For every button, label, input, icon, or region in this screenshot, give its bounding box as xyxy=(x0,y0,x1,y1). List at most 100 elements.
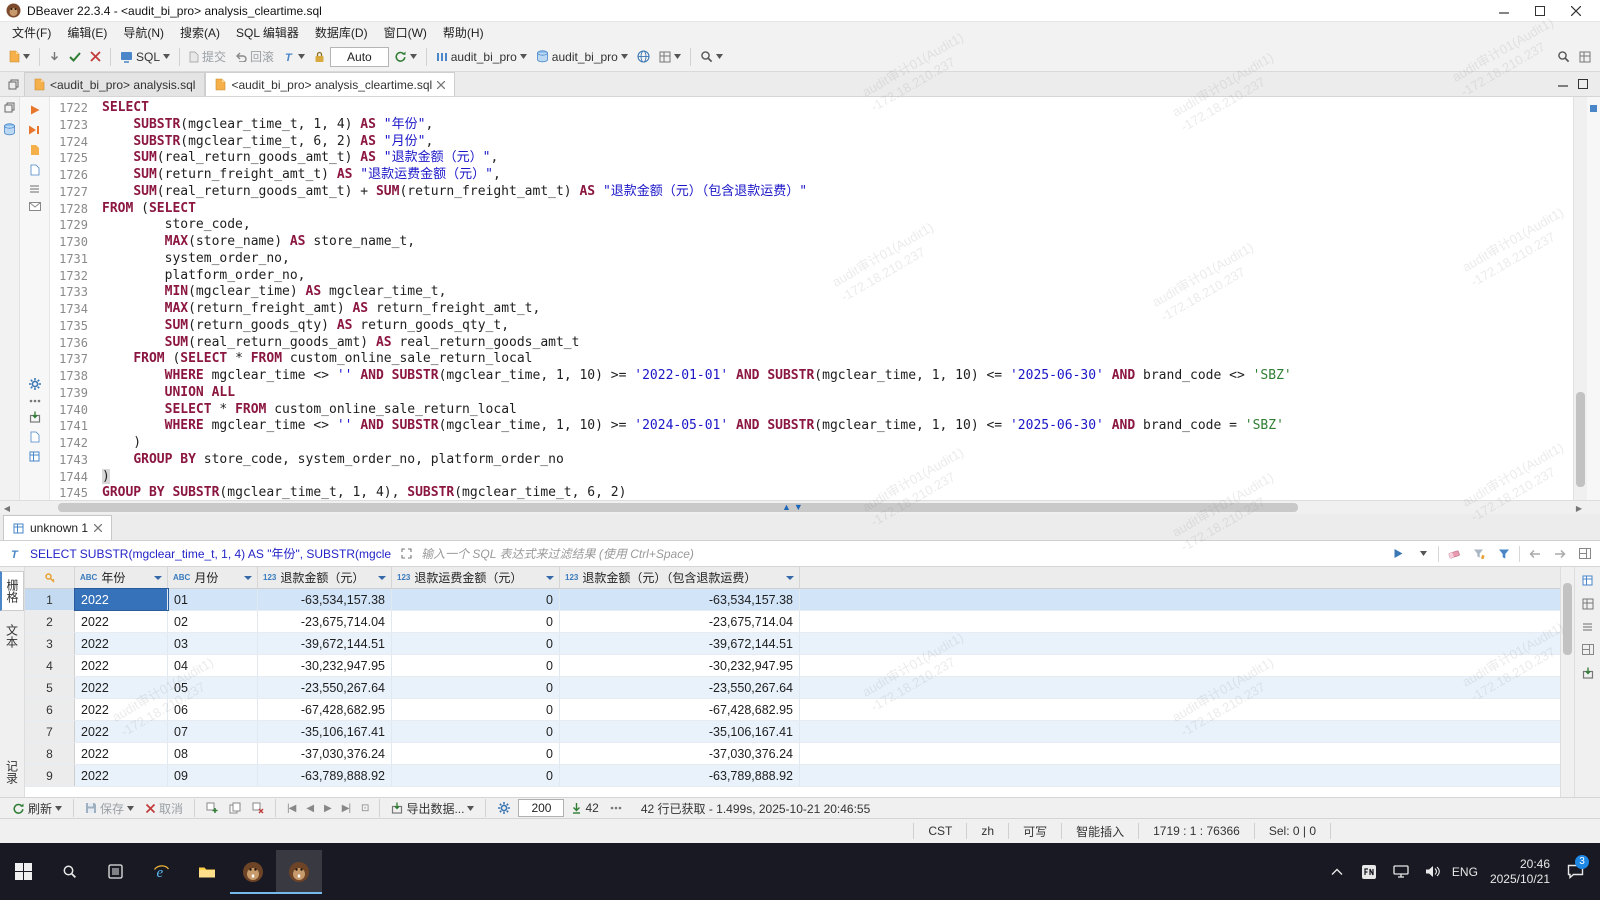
cell-refund[interactable]: -63,789,888.92 xyxy=(258,765,392,786)
cell-month[interactable]: 02 xyxy=(168,611,258,632)
output-icon[interactable] xyxy=(28,202,41,211)
restore-panes-button[interactable] xyxy=(2,72,24,96)
metadata-panel-icon[interactable] xyxy=(1582,622,1593,632)
cell-total[interactable]: -63,789,888.92 xyxy=(560,765,800,786)
table-row[interactable]: 3 2022 03 -39,672,144.51 0 -39,672,144.51 xyxy=(25,633,1560,655)
connection-selector[interactable]: audit_bi_pro xyxy=(432,47,531,67)
table-row[interactable]: 5 2022 05 -23,550,267.64 0 -23,550,267.64 xyxy=(25,677,1560,699)
scrollbar-thumb[interactable] xyxy=(1576,392,1585,487)
apply-filter-button[interactable] xyxy=(1388,544,1408,564)
search-dropdown[interactable] xyxy=(696,47,727,66)
export-result-icon[interactable] xyxy=(29,411,41,423)
cell-year[interactable]: 2022 xyxy=(75,677,168,698)
sash-up-icon[interactable]: ▲ xyxy=(782,502,791,512)
cancel-button[interactable]: 取消 xyxy=(141,797,187,820)
menu-item-8[interactable]: 帮助(H) xyxy=(435,22,492,43)
perspective-button[interactable] xyxy=(1575,48,1595,66)
execute-script-icon[interactable] xyxy=(28,124,41,136)
report-icon[interactable] xyxy=(29,451,40,462)
minimize-pane-icon[interactable] xyxy=(1558,79,1568,89)
open-query-icon[interactable] xyxy=(396,544,416,564)
filter-history-dropdown[interactable] xyxy=(1413,544,1433,564)
column-header-4[interactable]: 123 退款运费金额（元） xyxy=(392,567,560,588)
editor-vertical-scrollbar[interactable] xyxy=(1573,97,1587,500)
more-options-icon[interactable] xyxy=(29,399,41,403)
row-number-cell[interactable]: 5 xyxy=(25,677,75,698)
column-header-2[interactable]: ABC 月份 xyxy=(168,567,258,588)
transaction-mode-dropdown[interactable]: T xyxy=(279,48,309,66)
next-row-button[interactable]: ▶ xyxy=(320,800,335,817)
save-filter-button[interactable] xyxy=(1494,544,1514,564)
table-row[interactable]: 9 2022 09 -63,789,888.92 0 -63,789,888.92 xyxy=(25,765,1560,787)
cell-refund[interactable]: -23,675,714.04 xyxy=(258,611,392,632)
fetch-size-input[interactable]: 200 xyxy=(518,799,565,817)
task-view-button[interactable] xyxy=(92,850,138,894)
column-menu-icon[interactable] xyxy=(786,575,794,584)
cell-freight[interactable]: 0 xyxy=(392,721,560,742)
language-indicator[interactable]: ENG xyxy=(1450,850,1480,894)
side-tab-text[interactable]: 文本 xyxy=(2,617,23,655)
layout-button[interactable] xyxy=(655,48,685,66)
cell-year[interactable]: 2022 xyxy=(75,721,168,742)
maximize-pane-icon[interactable] xyxy=(1578,79,1588,89)
refresh-button[interactable]: 刷新 xyxy=(8,797,66,820)
refresh-connection-button[interactable] xyxy=(390,47,421,66)
cell-month[interactable]: 04 xyxy=(168,655,258,676)
cell-year[interactable]: 2022 xyxy=(75,765,168,786)
fetch-next-button[interactable] xyxy=(45,48,64,65)
duplicate-row-button[interactable] xyxy=(225,799,245,817)
scroll-left-icon[interactable]: ◀ xyxy=(0,502,14,514)
save-button[interactable]: 保存 xyxy=(81,797,138,820)
grid-vertical-scrollbar[interactable] xyxy=(1560,567,1574,797)
rollback-button[interactable]: 回滚 xyxy=(231,45,278,68)
script-icon[interactable] xyxy=(30,164,40,176)
side-tab-record[interactable]: 记录 xyxy=(2,753,23,791)
execute-statement-icon[interactable] xyxy=(29,104,41,116)
network-button[interactable] xyxy=(633,47,654,66)
value-panel-icon[interactable] xyxy=(1582,575,1593,586)
row-number-cell[interactable]: 3 xyxy=(25,633,75,654)
cell-month[interactable]: 01 xyxy=(168,589,258,610)
cell-year[interactable]: 2022 xyxy=(75,743,168,764)
row-number-cell[interactable]: 7 xyxy=(25,721,75,742)
fetch-all-button[interactable]: 42 xyxy=(567,798,602,818)
filter-input-placeholder[interactable]: 输入一个 SQL 表达式来过滤结果 (使用 Ctrl+Space) xyxy=(421,545,1383,562)
table-row[interactable]: 6 2022 06 -67,428,682.95 0 -67,428,682.95 xyxy=(25,699,1560,721)
close-tab-icon[interactable] xyxy=(437,80,446,89)
table-row[interactable]: 7 2022 07 -35,106,167.41 0 -35,106,167.41 xyxy=(25,721,1560,743)
column-menu-icon[interactable] xyxy=(154,575,162,584)
tab-analysis-cleartime-sql[interactable]: <audit_bi_pro> analysis_cleartime.sql xyxy=(205,72,456,96)
grouping-panel-icon[interactable] xyxy=(1582,598,1594,610)
delete-row-button[interactable] xyxy=(248,799,268,817)
cell-freight[interactable]: 0 xyxy=(392,611,560,632)
cell-refund[interactable]: -37,030,376.24 xyxy=(258,743,392,764)
close-results-tab-icon[interactable] xyxy=(94,524,103,532)
table-row[interactable]: 4 2022 04 -30,232,947.95 0 -30,232,947.95 xyxy=(25,655,1560,677)
close-button[interactable] xyxy=(1558,0,1594,21)
volume-indicator[interactable] xyxy=(1418,850,1448,894)
cell-total[interactable]: -37,030,376.24 xyxy=(560,743,800,764)
settings-gear-icon[interactable] xyxy=(28,377,42,391)
result-settings-button[interactable] xyxy=(493,798,515,818)
menu-item-6[interactable]: 数据库(D) xyxy=(307,22,376,43)
scrollbar-thumb[interactable] xyxy=(1563,583,1572,655)
cell-month[interactable]: 08 xyxy=(168,743,258,764)
results-tab-unknown1[interactable]: unknown 1 xyxy=(3,515,113,540)
taskbar-ie-button[interactable]: e xyxy=(138,850,184,894)
row-number-cell[interactable]: 9 xyxy=(25,765,75,786)
cell-refund[interactable]: -67,428,682.95 xyxy=(258,699,392,720)
custom-filter-icon[interactable]: T xyxy=(5,544,25,564)
start-button[interactable] xyxy=(0,850,46,894)
scrollbar-thumb[interactable] xyxy=(58,503,1298,512)
last-row-button[interactable]: ▶| xyxy=(338,800,354,817)
table-row[interactable]: 1 2022 01 -63,534,157.38 0 -63,534,157.38 xyxy=(25,588,1560,611)
cell-month[interactable]: 09 xyxy=(168,765,258,786)
minimize-button[interactable] xyxy=(1486,0,1522,21)
cell-total[interactable]: -35,106,167.41 xyxy=(560,721,800,742)
cell-month[interactable]: 06 xyxy=(168,699,258,720)
filter-back-button[interactable] xyxy=(1525,544,1545,564)
cell-refund[interactable]: -39,672,144.51 xyxy=(258,633,392,654)
sql-editor-dropdown[interactable]: SQL xyxy=(116,47,174,67)
column-menu-icon[interactable] xyxy=(244,575,252,584)
column-menu-icon[interactable] xyxy=(378,575,386,584)
